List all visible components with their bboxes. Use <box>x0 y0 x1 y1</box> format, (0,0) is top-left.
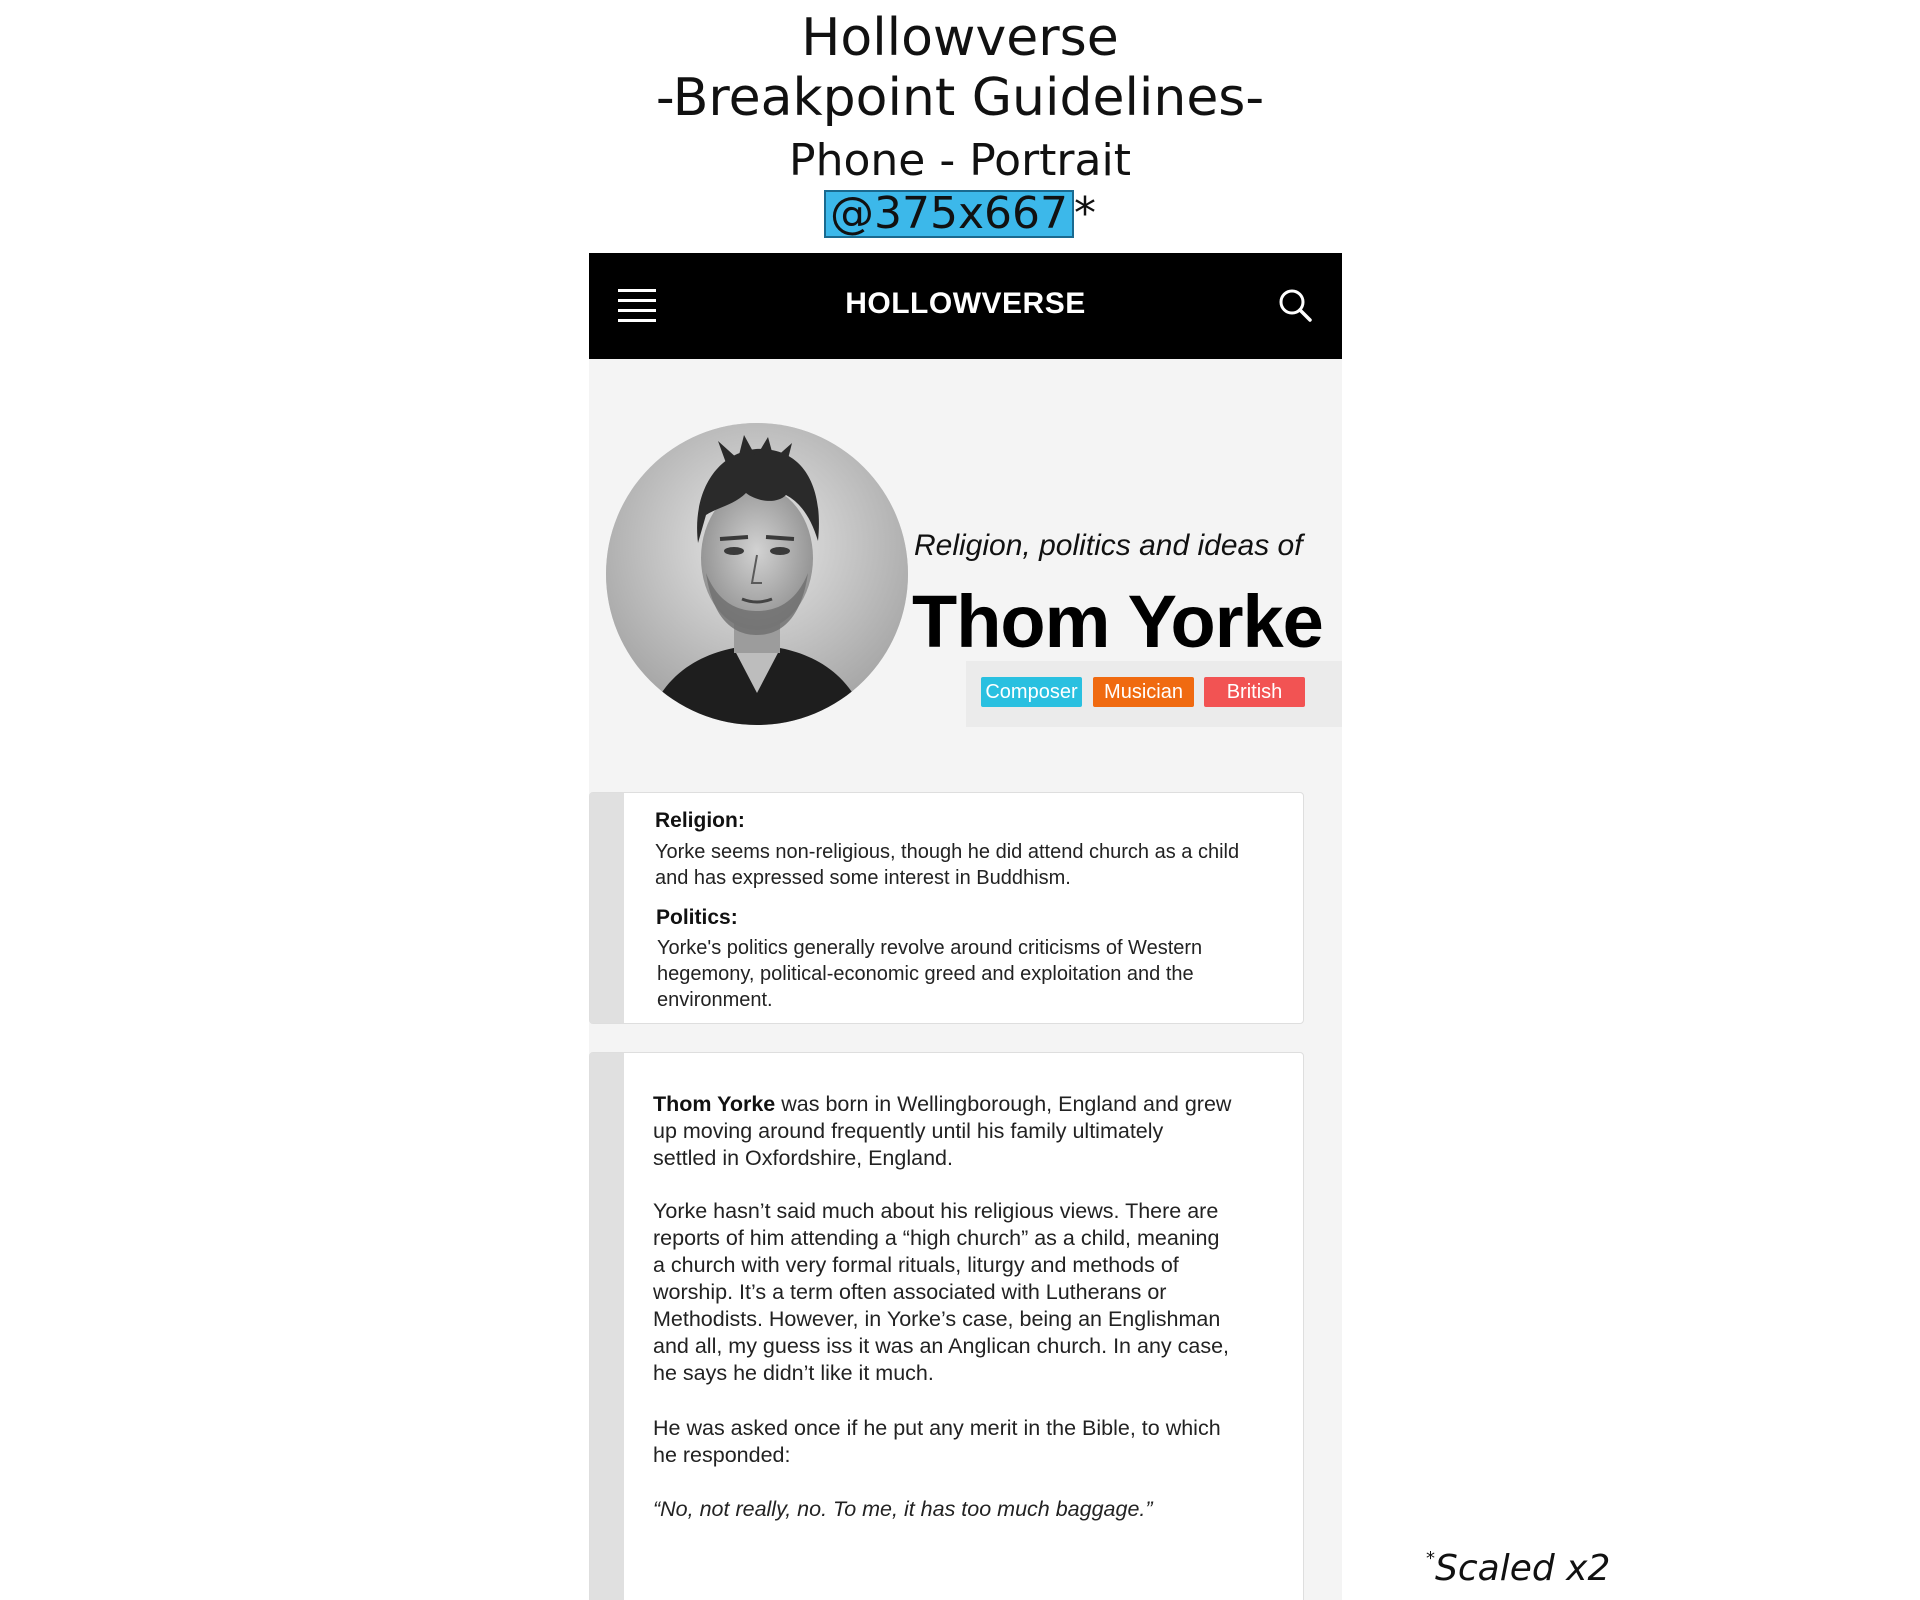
guideline-title: Hollowverse <box>801 8 1119 68</box>
religion-label: Religion: <box>655 809 745 832</box>
politics-text-line-1: Yorke's politics generally revolve aroun… <box>657 937 1203 959</box>
scaled-note: *Scaled x2 <box>1426 1548 1610 1589</box>
article-p2-line-1: Yorke hasn’t said much about his religio… <box>653 1199 1219 1223</box>
phone-viewport: HOLLOWVERSE Religion, politics and ideas… <box>589 253 1342 1600</box>
summary-card: Religion: Yorke seems non-religious, tho… <box>589 792 1304 1024</box>
article-paragraph-1: Thom Yorke was born in Wellingborough, E… <box>653 1091 1263 1118</box>
article-card-body: Thom Yorke was born in Wellingborough, E… <box>624 1053 1303 1600</box>
article-p1-line-1: was born in Wellingborough, England and … <box>775 1092 1232 1116</box>
article-name-highlight: Thom Yorke <box>653 1092 776 1116</box>
tag-musician[interactable]: Musician <box>1093 677 1194 707</box>
politics-text-line-3: environment. <box>657 989 773 1011</box>
politics-label: Politics: <box>656 906 738 929</box>
guideline-resolution: @375x667 <box>823 190 1074 238</box>
religion-text-line-1: Yorke seems non-religious, though he did… <box>655 841 1240 863</box>
guideline-device: Phone - Portrait <box>789 135 1131 186</box>
scaled-note-star: * <box>1426 1548 1435 1569</box>
guideline-subtitle: -Breakpoint Guidelines- <box>655 68 1265 128</box>
religion-text-line-2: and has expressed some interest in Buddh… <box>655 867 1071 889</box>
tag-composer[interactable]: Composer <box>981 677 1082 707</box>
article-quote: “No, not really, no. To me, it has too m… <box>653 1497 1153 1521</box>
avatar <box>606 423 908 725</box>
scaled-note-text: Scaled x2 <box>1435 1548 1611 1589</box>
article-p2-line-5: Methodists. However, in Yorke’s case, be… <box>653 1307 1221 1331</box>
article-p2-line-2: reports of him attending a “high church”… <box>653 1226 1220 1250</box>
article-p3-line-1: He was asked once if he put any merit in… <box>653 1416 1221 1440</box>
article-card: Thom Yorke was born in Wellingborough, E… <box>589 1052 1304 1600</box>
article-p2-line-6: and all, my guess iss it was an Anglican… <box>653 1334 1230 1358</box>
article-p1-line-3: settled in Oxfordshire, England. <box>653 1146 953 1170</box>
profile-subtitle: Religion, politics and ideas of <box>914 529 1303 562</box>
search-icon[interactable] <box>1277 287 1313 323</box>
politics-text-line-2: hegemony, political-economic greed and e… <box>657 963 1194 985</box>
summary-card-body: Religion: Yorke seems non-religious, tho… <box>624 793 1303 1023</box>
article-p3-line-2: he responded: <box>653 1443 791 1467</box>
brand-logo[interactable]: HOLLOWVERSE <box>589 287 1342 321</box>
summary-card-rail <box>590 793 624 1023</box>
article-p2-line-7: he says he didn’t like it much. <box>653 1361 934 1385</box>
tag-british[interactable]: British <box>1204 677 1305 707</box>
article-p2-line-3: a church with very formal rituals, litur… <box>653 1253 1179 1277</box>
profile-name: Thom Yorke <box>912 580 1324 663</box>
guideline-asterisk: * <box>1074 188 1096 239</box>
article-p2-line-4: worship. It’s a term often associated wi… <box>653 1280 1167 1304</box>
article-p1-line-2: up moving around frequently until his fa… <box>653 1119 1164 1143</box>
navbar: HOLLOWVERSE <box>589 253 1342 359</box>
guideline-resolution-row: @375x667 * <box>0 190 1920 238</box>
article-card-rail <box>590 1053 624 1600</box>
portrait-photo <box>606 423 908 725</box>
